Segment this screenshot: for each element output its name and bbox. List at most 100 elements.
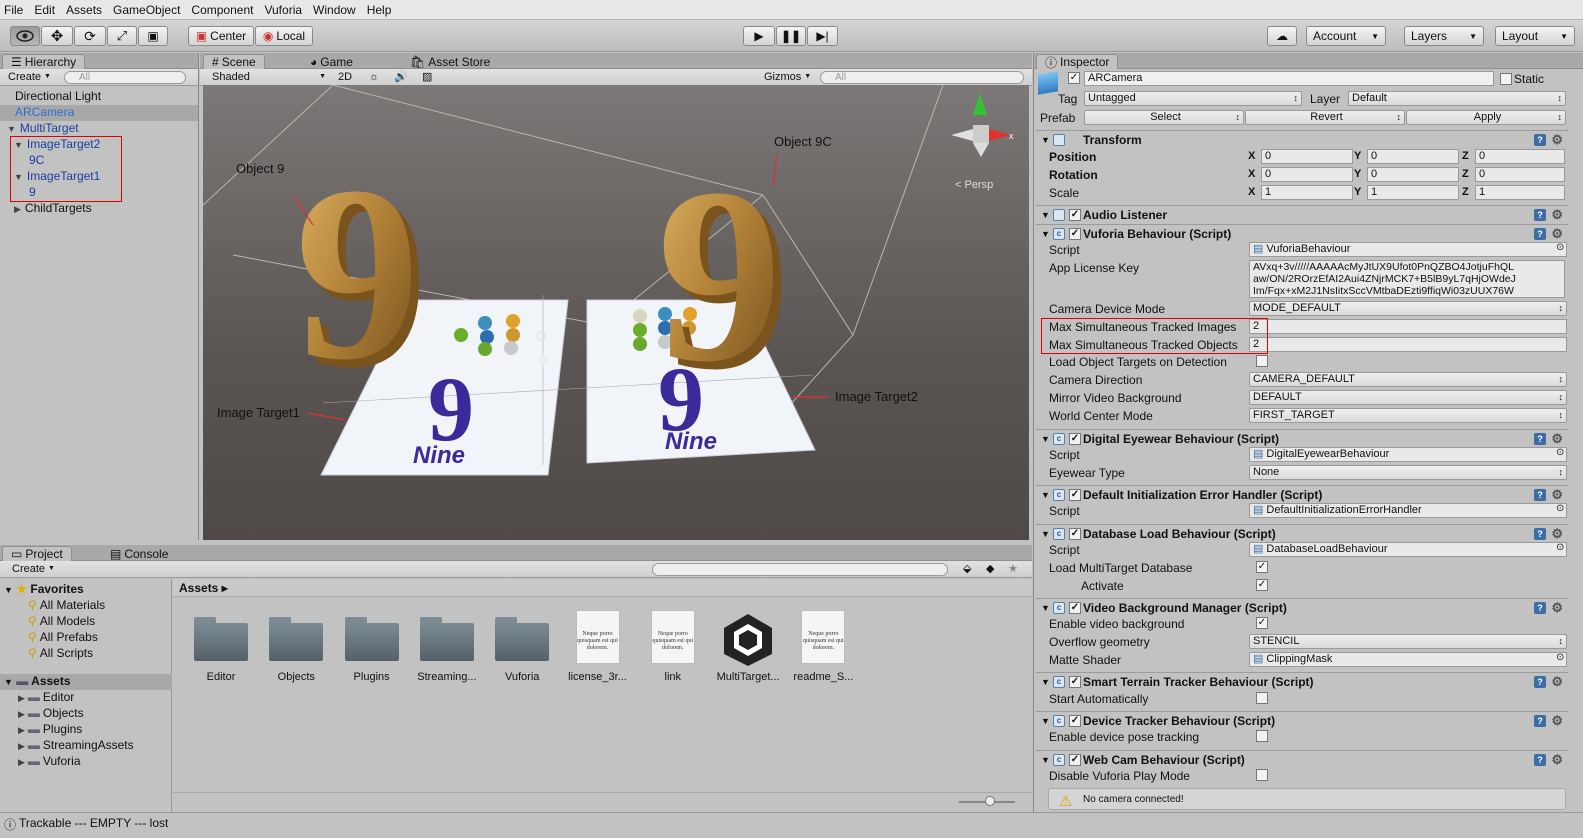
property-field[interactable]: MODE_DEFAULT (1249, 301, 1567, 316)
tag-dropdown[interactable]: Untagged (1084, 91, 1302, 106)
component-enabled-checkbox[interactable]: ✓ (1069, 209, 1081, 221)
tab-inspector[interactable]: ⓘ Inspector (1036, 54, 1119, 70)
component-header[interactable]: ▼ Transform? ⚙ (1036, 130, 1568, 149)
tab-scene[interactable]: # Scene (203, 54, 265, 69)
object-picker-icon[interactable]: ⊙ (1556, 242, 1564, 253)
foldout-arrow-icon[interactable]: ▼ (1041, 210, 1050, 220)
hierarchy-item[interactable]: Directional Light (0, 89, 198, 105)
menu-item[interactable]: Component (191, 3, 253, 17)
license-key-field[interactable]: AVxq+3v/////AAAAAcMyJtUX9Ufot0PnQZBO4Jot… (1249, 260, 1565, 298)
project-create-dropdown[interactable]: Create ▼ (8, 561, 58, 576)
script-field[interactable]: ▤ DigitalEyewearBehaviour (1249, 447, 1567, 462)
tree-arrow-icon[interactable]: ▶ (18, 725, 25, 735)
text-document-icon[interactable]: Neque porro quisquam est qui dolorem. (575, 610, 620, 664)
gear-icon[interactable]: ⚙ (1551, 132, 1563, 148)
transform-y-field[interactable]: 0 (1367, 167, 1459, 182)
foldout-arrow-icon[interactable]: ▼ (1041, 529, 1050, 539)
component-enabled-checkbox[interactable]: ✓ (1069, 433, 1081, 445)
menu-item[interactable]: Edit (34, 3, 55, 17)
transform-z-field[interactable]: 0 (1475, 149, 1565, 164)
menu-item[interactable]: Window (313, 3, 356, 17)
folder-icon[interactable] (343, 613, 401, 661)
property-checkbox[interactable] (1256, 355, 1268, 368)
tab-hierarchy[interactable]: ☰ Hierarchy (2, 54, 86, 69)
tree-arrow-icon[interactable]: ▶ (18, 757, 25, 767)
script-field[interactable]: ▤ VuforiaBehaviour (1249, 242, 1567, 257)
asset-folder-item[interactable]: ▶ ▬ Editor (18, 690, 74, 706)
cloud-button[interactable]: ☁ (1267, 26, 1297, 46)
favorites-header[interactable]: ▼ ★ Favorites (4, 582, 84, 598)
shading-mode-dropdown[interactable]: Shaded ▼ (208, 69, 326, 84)
property-field[interactable]: STENCIL (1249, 634, 1567, 649)
account-dropdown[interactable]: Account ▼ (1306, 26, 1386, 46)
transform-x-field[interactable]: 0 (1261, 167, 1353, 182)
hierarchy-create-dropdown[interactable]: Create ▼ (4, 69, 54, 84)
help-book-icon[interactable]: ? (1534, 228, 1546, 240)
favorite-item[interactable]: ⚲ All Models (28, 614, 95, 630)
menu-item[interactable]: Vuforia (264, 3, 302, 17)
gear-icon[interactable]: ⚙ (1551, 207, 1563, 223)
component-header[interactable]: ▼ ✓ Audio Listener? ⚙ (1036, 205, 1568, 224)
tree-arrow-icon[interactable]: ▶ (18, 693, 25, 703)
foldout-arrow-icon[interactable]: ▼ (1041, 603, 1050, 613)
foldout-arrow-icon[interactable]: ▼ (1041, 755, 1050, 765)
layout-dropdown[interactable]: Layout ▼ (1495, 26, 1575, 46)
scene-viewport[interactable]: 9 Nine 9 Nine 9 9 9 9 Object 9 Object 9C… (203, 85, 1029, 540)
gear-icon[interactable]: ⚙ (1551, 487, 1563, 503)
move-tool-button[interactable]: ✥ (41, 26, 73, 46)
rect-tool-button[interactable]: ▣ (138, 26, 168, 46)
foldout-arrow-icon[interactable]: ▼ (1041, 677, 1050, 687)
component-enabled-checkbox[interactable]: ✓ (1069, 676, 1081, 688)
prefab-revert-button[interactable]: Revert (1245, 110, 1405, 125)
property-checkbox[interactable] (1256, 730, 1268, 742)
component-enabled-checkbox[interactable]: ✓ (1069, 228, 1081, 240)
foldout-arrow-icon[interactable]: ▼ (1041, 716, 1050, 726)
rotate-tool-button[interactable]: ⟳ (74, 26, 106, 46)
breadcrumb-assets[interactable]: Assets ▸ (179, 581, 228, 595)
layer-dropdown[interactable]: Default (1348, 91, 1566, 106)
step-button[interactable]: ▶| (807, 26, 838, 46)
tree-arrow-icon[interactable]: ▶ (14, 204, 21, 214)
component-enabled-checkbox[interactable]: ✓ (1069, 715, 1081, 727)
asset-folder-item[interactable]: ▶ ▬ Plugins (18, 722, 82, 738)
transform-x-field[interactable]: 1 (1261, 185, 1353, 200)
folder-icon[interactable] (192, 613, 250, 661)
scale-tool-button[interactable]: ⤢ (107, 26, 137, 46)
gear-icon[interactable]: ⚙ (1551, 600, 1563, 616)
favorite-star-icon[interactable]: ★ (1008, 562, 1018, 575)
property-field[interactable]: DEFAULT (1249, 390, 1567, 405)
asset-folder-item[interactable]: ▶ ▬ Vuforia (18, 754, 81, 770)
perspective-label[interactable]: < Persp (955, 179, 993, 191)
hierarchy-item[interactable]: ▼ MultiTarget (0, 121, 198, 137)
menu-item[interactable]: Help (367, 3, 392, 17)
tab-asset-store[interactable]: 🛍 Asset Store (402, 54, 498, 69)
pivot-local-button[interactable]: ◉ Local (255, 26, 313, 46)
unity-scene-icon[interactable] (720, 612, 776, 666)
hierarchy-search-input[interactable]: All (64, 71, 186, 84)
component-enabled-checkbox[interactable]: ✓ (1069, 528, 1081, 540)
help-book-icon[interactable]: ? (1534, 134, 1546, 146)
transform-z-field[interactable]: 1 (1475, 185, 1565, 200)
hierarchy-item[interactable]: ▶ ChildTargets (0, 201, 198, 217)
hierarchy-item[interactable]: ARCamera (0, 105, 198, 121)
tab-project[interactable]: ▭ Project (2, 546, 72, 561)
matte-shader-field[interactable]: ▤ ClippingMask (1249, 652, 1567, 667)
property-field[interactable]: FIRST_TARGET (1249, 407, 1567, 423)
object-picker-icon[interactable]: ⊙ (1556, 503, 1564, 514)
help-book-icon[interactable]: ? (1534, 528, 1546, 540)
pivot-center-button[interactable]: ▣ Center (188, 26, 254, 46)
gear-icon[interactable]: ⚙ (1551, 674, 1563, 690)
transform-x-field[interactable]: 0 (1261, 149, 1353, 164)
layers-dropdown[interactable]: Layers ▼ (1404, 26, 1484, 46)
favorite-item[interactable]: ⚲ All Materials (28, 598, 105, 614)
gear-icon[interactable]: ⚙ (1551, 226, 1563, 242)
tree-arrow-icon[interactable]: ▼ (7, 124, 16, 134)
foldout-arrow-icon[interactable]: ▼ (1041, 434, 1050, 444)
orientation-gizmo[interactable]: x (951, 93, 1014, 157)
folder-icon[interactable] (267, 613, 325, 661)
asset-folder-item[interactable]: ▶ ▬ StreamingAssets (18, 738, 134, 754)
folder-icon[interactable] (418, 613, 476, 661)
help-book-icon[interactable]: ? (1534, 489, 1546, 501)
object-picker-icon[interactable]: ⊙ (1556, 542, 1564, 553)
favorite-item[interactable]: ⚲ All Scripts (28, 646, 93, 662)
